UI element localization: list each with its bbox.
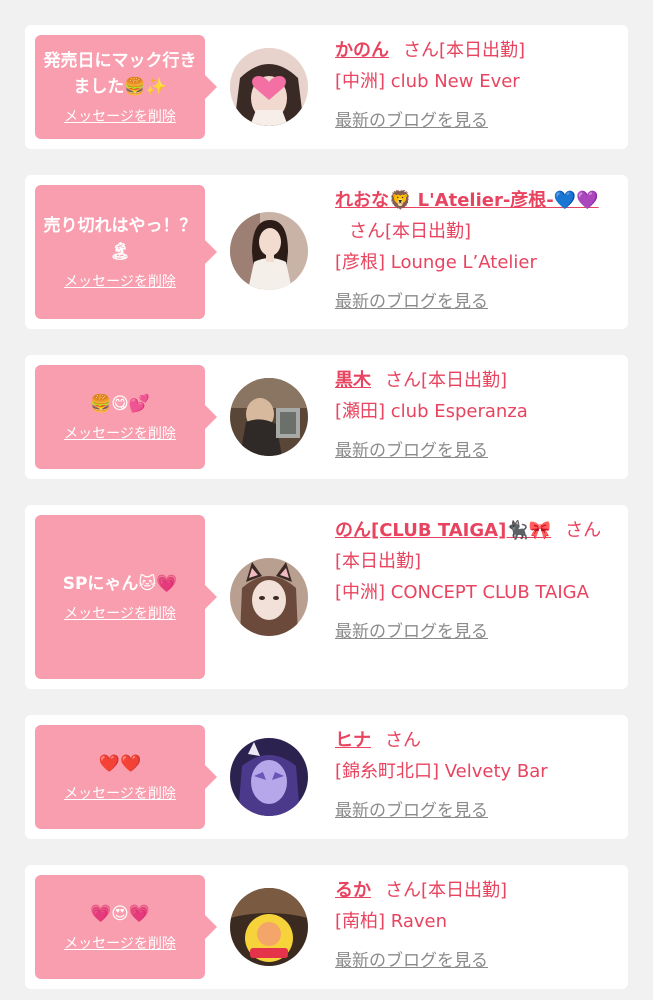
message-text: 💗😍💗 [89,904,151,924]
cast-name-link[interactable]: れおな🦁 L'Atelier-彦根-💙💜 [335,190,599,211]
avatar-woman-white-dress-icon [230,212,308,290]
message-bubble: 発売日にマック行きました🍔✨ メッセージを削除 [35,35,217,139]
avatar[interactable] [230,48,308,126]
blog-link[interactable]: 最新のブログを見る [335,617,488,648]
status-label: [本日出勤] [421,880,508,901]
blog-link[interactable]: 最新のブログを見る [335,946,488,977]
cast-name-link[interactable]: るか [335,880,371,901]
cast-name-link[interactable]: のん[CLUB TAIGA]🐈‍⬛🎀 [335,520,551,541]
delete-message-link[interactable]: メッセージを削除 [64,271,176,291]
avatar-heart-sticker-icon [230,48,308,126]
delete-message-link[interactable]: メッセージを削除 [64,603,176,623]
status-label: [本日出勤] [439,40,526,61]
delete-message-link[interactable]: メッセージを削除 [64,106,176,126]
avatar[interactable] [230,378,308,456]
message-text: 発売日にマック行きました🍔✨ [43,51,197,97]
honorific: さん [385,730,421,751]
message-bubble: SPにゃん🐱💗 メッセージを削除 [35,515,217,679]
avatar[interactable] [230,212,308,290]
avatar[interactable] [230,558,308,636]
avatar-purple-mask-icon [230,738,308,816]
avatar-brown-photo-icon [230,378,308,456]
blog-link[interactable]: 最新のブログを見る [335,436,488,467]
honorific: さん [349,221,385,242]
message-text: 売り切れはやっ！？🏝 [43,216,197,262]
message-bubble: 🍔😋💕 メッセージを削除 [35,365,217,469]
avatar[interactable] [230,888,308,966]
blog-link[interactable]: 最新のブログを見る [335,287,488,318]
message-bubble: ❤️❤️ メッセージを削除 [35,725,217,829]
avatar[interactable] [230,738,308,816]
honorific: さん [385,880,421,901]
delete-message-link[interactable]: メッセージを削除 [64,783,176,803]
list-item: 売り切れはやっ！？🏝 メッセージを削除 れおな🦁 L'Atelier-彦根-💙💜… [25,175,628,329]
honorific: さん [403,40,439,61]
message-text: 🍔😋💕 [89,394,151,414]
cast-name-link[interactable]: ヒナ [335,730,371,751]
blog-link[interactable]: 最新のブログを見る [335,796,488,827]
list-item: 発売日にマック行きました🍔✨ メッセージを削除 かのん さん[本日出勤] [中洲]… [25,25,628,149]
list-item: 💗😍💗 メッセージを削除 るか さん[本日出勤] [南柏] Raven 最新のブロ… [25,865,628,989]
status-label: [本日出勤] [385,221,472,242]
delete-message-link[interactable]: メッセージを削除 [64,933,176,953]
list-item: SPにゃん🐱💗 メッセージを削除 のん[CLUB TAIGA]🐈‍⬛🎀 さん [本日… [25,505,628,689]
avatar-yellow-sticker-icon [230,888,308,966]
blog-link[interactable]: 最新のブログを見る [335,106,488,137]
message-list: 発売日にマック行きました🍔✨ メッセージを削除 かのん さん[本日出勤] [中洲]… [0,0,653,1000]
shop-name: [瀬田] club Esperanza [335,401,528,422]
shop-name: [南柏] Raven [335,911,448,932]
honorific: さん [565,520,602,541]
shop-name: [錦糸町北口] Velvety Bar [335,761,548,782]
shop-name: [中洲] club New Ever [335,71,520,92]
message-bubble: 売り切れはやっ！？🏝 メッセージを削除 [35,185,217,319]
cast-name-link[interactable]: 黒木 [335,370,371,391]
avatar-cat-ears-icon [230,558,308,636]
shop-name: [彦根] Lounge L’Atelier [335,252,537,273]
status-label: [本日出勤] [421,370,508,391]
message-bubble: 💗😍💗 メッセージを削除 [35,875,217,979]
honorific: さん [385,370,421,391]
shop-name: [中洲] CONCEPT CLUB TAIGA [335,582,589,603]
cast-name-link[interactable]: かのん [335,40,389,61]
list-item: ❤️❤️ メッセージを削除 ヒナ さん [錦糸町北口] Velvety Bar 最… [25,715,628,839]
delete-message-link[interactable]: メッセージを削除 [64,423,176,443]
status-label: [本日出勤] [335,551,422,572]
message-text: ❤️❤️ [98,754,142,774]
message-text: SPにゃん🐱💗 [62,574,178,594]
list-item: 🍔😋💕 メッセージを削除 黒木 さん[本日出勤] [瀬田] club Espera… [25,355,628,479]
